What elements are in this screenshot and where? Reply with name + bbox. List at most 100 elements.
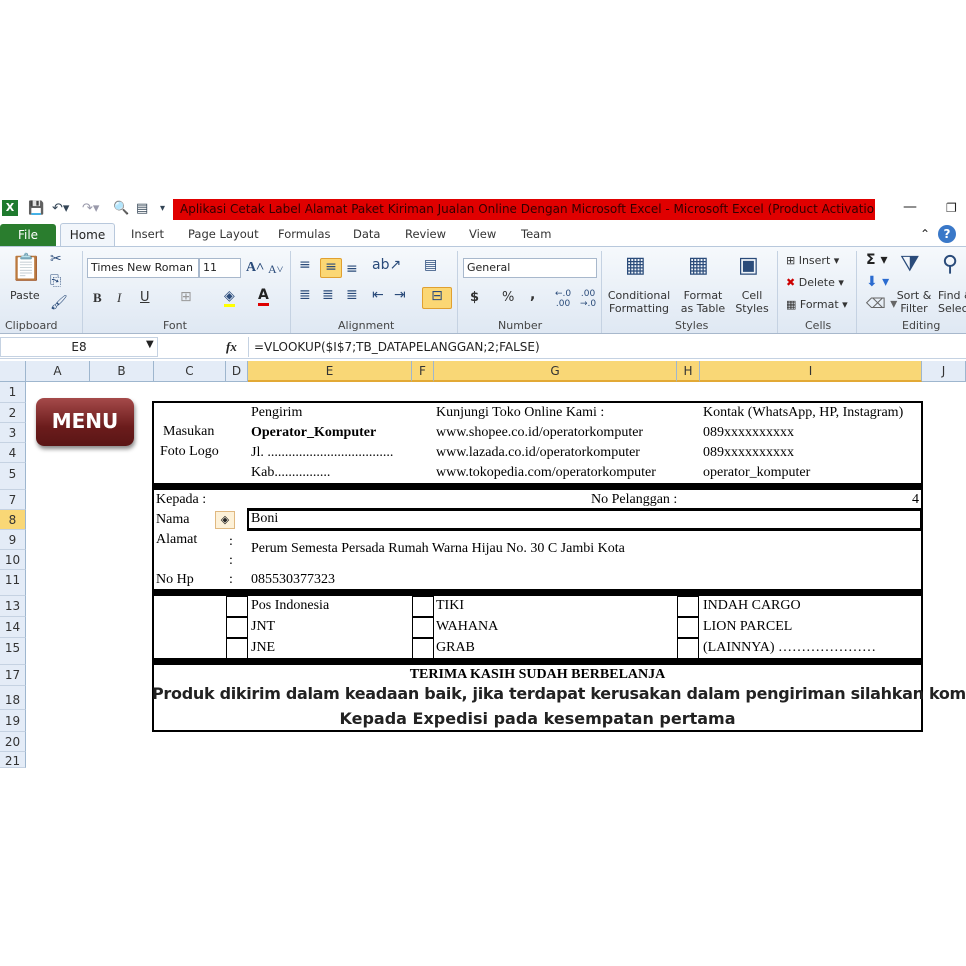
cell-styles-button[interactable]: Cell Styles [732,289,772,315]
column-header[interactable]: F [412,361,434,382]
tab-team[interactable]: Team [521,227,551,241]
name-box[interactable]: E8 [0,337,158,357]
format-painter-icon[interactable]: 🖌 [50,295,68,311]
orientation-icon[interactable]: ab↗ [372,257,401,273]
align-center-icon[interactable]: ≣ [322,287,334,303]
select-all-button[interactable] [0,361,26,382]
courier-checkbox[interactable] [677,638,699,659]
column-header[interactable]: G [434,361,677,382]
conditional-formatting-button[interactable]: Conditional Formatting [606,289,672,315]
paste-icon[interactable]: 📋 [10,253,42,283]
column-header[interactable]: E [248,361,412,382]
row-header[interactable]: 5 [0,463,26,490]
row-header[interactable]: 2 [0,403,26,423]
row-header[interactable]: 17 [0,665,26,686]
tab-formulas[interactable]: Formulas [278,227,331,241]
cell-styles-icon[interactable]: ▣ [738,253,759,278]
tab-insert[interactable]: Insert [131,227,164,241]
bold-button[interactable]: B [93,291,102,304]
row-header[interactable]: 10 [0,550,26,570]
tab-review[interactable]: Review [405,227,446,241]
copy-icon[interactable]: ⎘ [50,273,61,289]
courier-checkbox[interactable] [412,638,434,659]
font-size-select[interactable]: 11 [199,258,241,278]
print-preview-icon[interactable]: 🔍 [113,201,129,216]
collapse-ribbon-icon[interactable]: ⌃ [920,227,930,241]
tab-page-layout[interactable]: Page Layout [188,227,259,241]
sort-filter-button[interactable]: Sort & Filter [894,289,934,315]
selected-cell-e8[interactable] [247,508,923,531]
insert-cells-button[interactable]: ⊞ Insert ▾ [786,254,839,267]
minimize-button[interactable]: — [903,199,917,215]
undo-icon[interactable]: ↶▾ [52,201,69,216]
row-header[interactable]: 3 [0,423,26,443]
row-header[interactable]: 15 [0,638,26,665]
column-header[interactable]: D [226,361,248,382]
find-select-icon[interactable]: ⚲ [942,252,958,277]
paste-button[interactable]: Paste [10,289,40,302]
row-header[interactable]: 8 [0,510,26,530]
insert-function-icon[interactable]: fx [226,339,237,355]
tab-home[interactable]: Home [60,223,115,248]
courier-checkbox[interactable] [412,596,434,617]
courier-checkbox[interactable] [677,617,699,638]
column-header[interactable]: B [90,361,154,382]
row-header[interactable]: 11 [0,570,26,596]
menu-button[interactable]: MENU [36,398,134,446]
redo-icon[interactable]: ↷▾ [82,201,99,216]
increase-decimal-icon[interactable]: ←.0.00 [555,289,571,309]
error-warning-icon[interactable]: ◈ [215,511,235,529]
cut-icon[interactable]: ✂ [50,251,62,267]
form-icon[interactable]: ▤ [136,201,148,216]
row-header[interactable]: 13 [0,596,26,617]
comma-button[interactable]: , [530,288,535,302]
format-cells-button[interactable]: ▦ Format ▾ [786,298,848,311]
customize-toolbar-icon[interactable]: ▾ [160,203,165,214]
customer-name[interactable]: Boni [251,511,278,527]
courier-checkbox[interactable] [226,617,248,638]
italic-button[interactable]: I [117,291,121,304]
align-middle-icon[interactable]: ≡ [320,258,342,278]
tab-view[interactable]: View [469,227,496,241]
save-icon[interactable]: 💾 [28,201,44,216]
courier-checkbox[interactable] [677,596,699,617]
fill-icon[interactable]: ⬇ ▾ [866,274,889,290]
courier-checkbox[interactable] [226,638,248,659]
row-header[interactable]: 1 [0,382,26,403]
row-header[interactable]: 18 [0,686,26,710]
align-top-icon[interactable]: ≡ [299,257,311,273]
column-header[interactable]: A [26,361,90,382]
decrease-decimal-icon[interactable]: .00 →.0 [580,289,596,309]
conditional-formatting-icon[interactable]: ▦ [625,253,646,278]
name-box-dropdown-icon[interactable]: ▼ [146,339,154,350]
shrink-font-icon[interactable]: A˅ [268,262,283,277]
wrap-text-icon[interactable]: ▤ [424,257,437,273]
align-bottom-icon[interactable]: ≡ [346,261,358,277]
number-format-select[interactable]: General [463,258,597,278]
font-color-icon[interactable]: A [258,287,269,306]
column-header[interactable]: J [922,361,966,382]
align-right-icon[interactable]: ≣ [346,287,358,303]
font-name-select[interactable]: Times New Roman [87,258,199,278]
align-left-icon[interactable]: ≣ [299,287,311,303]
row-header[interactable]: 9 [0,530,26,550]
row-header[interactable]: 7 [0,490,26,510]
help-icon[interactable]: ? [938,225,956,243]
format-as-table-button[interactable]: Format as Table [676,289,730,315]
fill-color-icon[interactable]: ◈ [224,288,235,307]
decrease-indent-icon[interactable]: ⇤ [372,287,384,303]
percent-button[interactable]: % [502,291,514,304]
format-as-table-icon[interactable]: ▦ [688,253,709,278]
row-header[interactable]: 19 [0,710,26,732]
clear-icon[interactable]: ⌫ ▾ [866,296,897,312]
currency-button[interactable]: $ [470,291,479,304]
courier-checkbox[interactable] [412,617,434,638]
merge-center-icon[interactable]: ⊟ [422,287,452,309]
find-select-button[interactable]: Find & Select [938,289,966,315]
column-header[interactable]: C [154,361,226,382]
row-header[interactable]: 14 [0,617,26,638]
column-header[interactable]: I [700,361,922,382]
formula-input[interactable]: =VLOOKUP($I$7;TB_DATAPELANGGAN;2;FALSE) [248,337,966,357]
column-header[interactable]: H [677,361,700,382]
autosum-icon[interactable]: Σ ▾ [866,252,887,268]
